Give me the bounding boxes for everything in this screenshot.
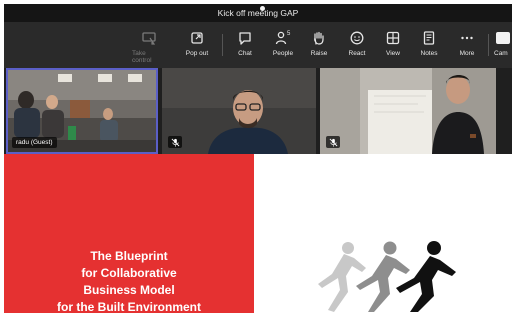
grid-view-icon: [385, 30, 401, 46]
teams-meeting-window: Kick off meeting GAP Take control Pop ou…: [4, 4, 512, 313]
more-label: More: [459, 50, 475, 57]
slide-title-line: The Blueprint: [90, 249, 168, 263]
shared-presentation-slide: The Blueprint for Collaborative Business…: [4, 154, 512, 313]
pop-out-label: Pop out: [185, 50, 209, 57]
meeting-toolbar: Take control Pop out Chat 5 People Raise…: [4, 22, 512, 68]
raise-hand-icon: [311, 30, 327, 46]
people-count-badge: 5: [287, 31, 291, 37]
toolbar-divider: [222, 34, 223, 56]
react-label: React: [348, 50, 366, 57]
toolbar-divider: [488, 34, 489, 56]
pop-out-button[interactable]: Pop out: [180, 30, 214, 64]
title-bar: Kick off meeting GAP: [4, 4, 512, 22]
mic-off-icon: [326, 136, 340, 148]
notes-label: Notes: [420, 50, 438, 57]
chat-icon: [237, 30, 253, 46]
react-button[interactable]: React: [340, 30, 374, 64]
more-button[interactable]: More: [450, 30, 484, 64]
participant-video-strip: radu (Guest): [4, 68, 512, 154]
slide-title-line: for Collaborative: [81, 266, 177, 280]
take-control-icon: [141, 30, 157, 46]
people-label: People: [272, 50, 294, 57]
view-label: View: [386, 50, 400, 57]
participant-tile[interactable]: [320, 68, 496, 154]
slide-title: The Blueprint for Collaborative Business…: [4, 248, 254, 313]
take-control-label: Take control: [132, 50, 152, 64]
view-button[interactable]: View: [376, 30, 410, 64]
chat-label: Chat: [238, 50, 252, 57]
raise-hand-label: Raise: [310, 50, 328, 57]
meeting-title: Kick off meeting GAP: [217, 8, 299, 18]
mic-off-icon: [168, 136, 182, 148]
video-feed-presenter: [320, 68, 496, 154]
camera-label: Cam: [494, 50, 508, 57]
participant-tile[interactable]: radu (Guest): [6, 68, 158, 154]
take-control-button[interactable]: Take control: [132, 30, 166, 64]
notes-icon: [421, 30, 437, 46]
more-dots-icon: [459, 30, 475, 46]
smiley-icon: [349, 30, 365, 46]
participant-name-tag: radu (Guest): [12, 137, 57, 148]
slide-title-line: Business Model: [83, 283, 175, 297]
slide-title-line: for the Built Environment: [57, 300, 201, 313]
pop-out-icon: [189, 30, 205, 46]
people-icon: 5: [275, 30, 291, 46]
people-button[interactable]: 5 People: [266, 30, 300, 64]
raise-hand-button[interactable]: Raise: [302, 30, 336, 64]
camera-icon: [496, 32, 510, 44]
camera-indicator-dot: [260, 6, 265, 11]
video-feed-person: [162, 68, 316, 154]
notes-button[interactable]: Notes: [412, 30, 446, 64]
chat-button[interactable]: Chat: [228, 30, 262, 64]
running-figures-illustration: [318, 241, 456, 312]
camera-button[interactable]: Cam: [494, 30, 512, 64]
participant-tile[interactable]: [162, 68, 316, 154]
